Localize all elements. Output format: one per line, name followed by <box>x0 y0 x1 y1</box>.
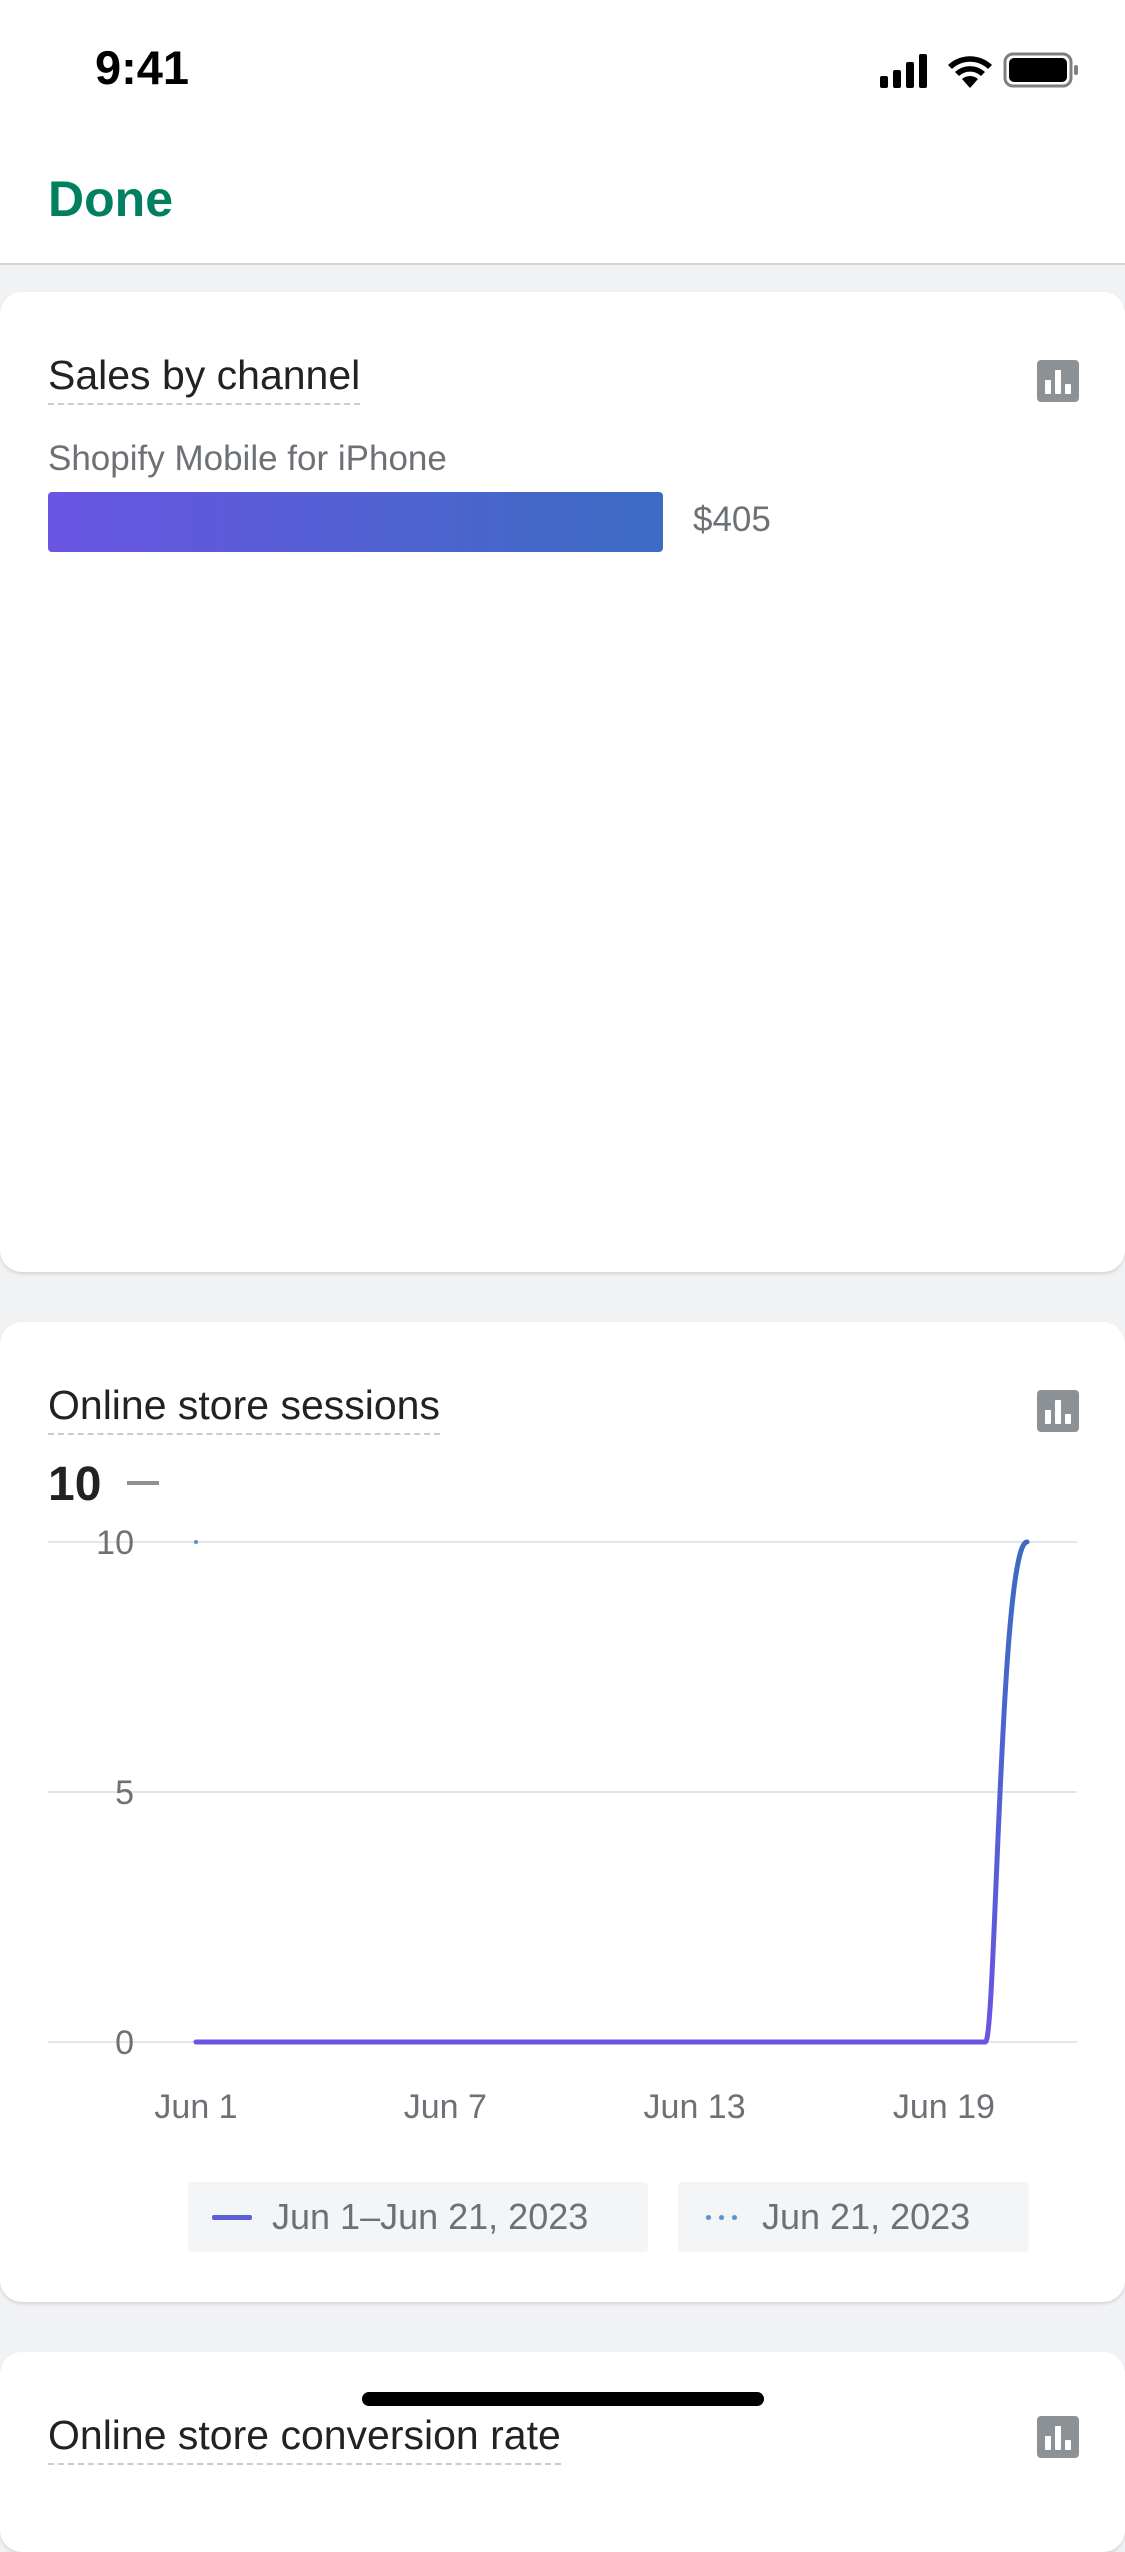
sales-by-channel-card: Sales by channel Shopify Mobile for iPho… <box>0 292 1125 1272</box>
done-button[interactable]: Done <box>48 170 173 228</box>
chart-icon[interactable] <box>1037 360 1079 402</box>
x-tick-label: Jun 13 <box>644 2088 746 2126</box>
status-bar: 9:41 <box>0 0 1125 135</box>
y-tick-label: 5 <box>115 1774 134 1812</box>
channel-bar <box>48 492 663 552</box>
y-tick-label: 0 <box>115 2024 134 2062</box>
channel-label: Shopify Mobile for iPhone <box>48 439 447 478</box>
legend-label: Jun 21, 2023 <box>762 2196 971 2237</box>
card-title[interactable]: Sales by channel <box>48 352 361 405</box>
status-icons <box>880 52 1078 88</box>
legend-item-comparison[interactable]: Jun 21, 2023 <box>678 2182 1029 2252</box>
status-time: 9:41 <box>95 41 190 94</box>
channel-value: $405 <box>693 500 771 539</box>
online-store-sessions-card: Online store sessions 10 10 5 0 Jun 1 Jun 7J… <box>0 1322 1125 2302</box>
x-tick-label: Jun 19 <box>893 2088 995 2126</box>
card-title[interactable]: Online store conversion rate <box>48 2412 561 2465</box>
series-point-comparison <box>194 1540 198 1544</box>
signal-icon <box>880 54 927 88</box>
chart-icon[interactable] <box>1037 2416 1079 2458</box>
solid-line-swatch <box>212 2214 252 2220</box>
legend-label: Jun 1–Jun 21, 2023 <box>272 2196 589 2237</box>
sessions-line-chart: 10 5 0 Jun 1 Jun 7 Jun 13 Jun 19 <box>48 1524 1077 2126</box>
online-store-conversion-card: Online store conversion rate <box>0 2352 1125 2552</box>
battery-icon <box>1003 52 1078 88</box>
home-indicator <box>362 2392 764 2406</box>
x-tick-label: Jun 1 <box>154 2088 237 2126</box>
navigation-bar: Done <box>0 135 1125 265</box>
legend-item-current[interactable]: Jun 1–Jun 21, 2023 <box>188 2182 648 2252</box>
y-tick-label: 10 <box>96 1524 134 1562</box>
x-tick-label: Jun 7 <box>404 2088 487 2126</box>
wifi-icon <box>948 56 992 88</box>
dotted-line-swatch <box>702 2214 742 2220</box>
